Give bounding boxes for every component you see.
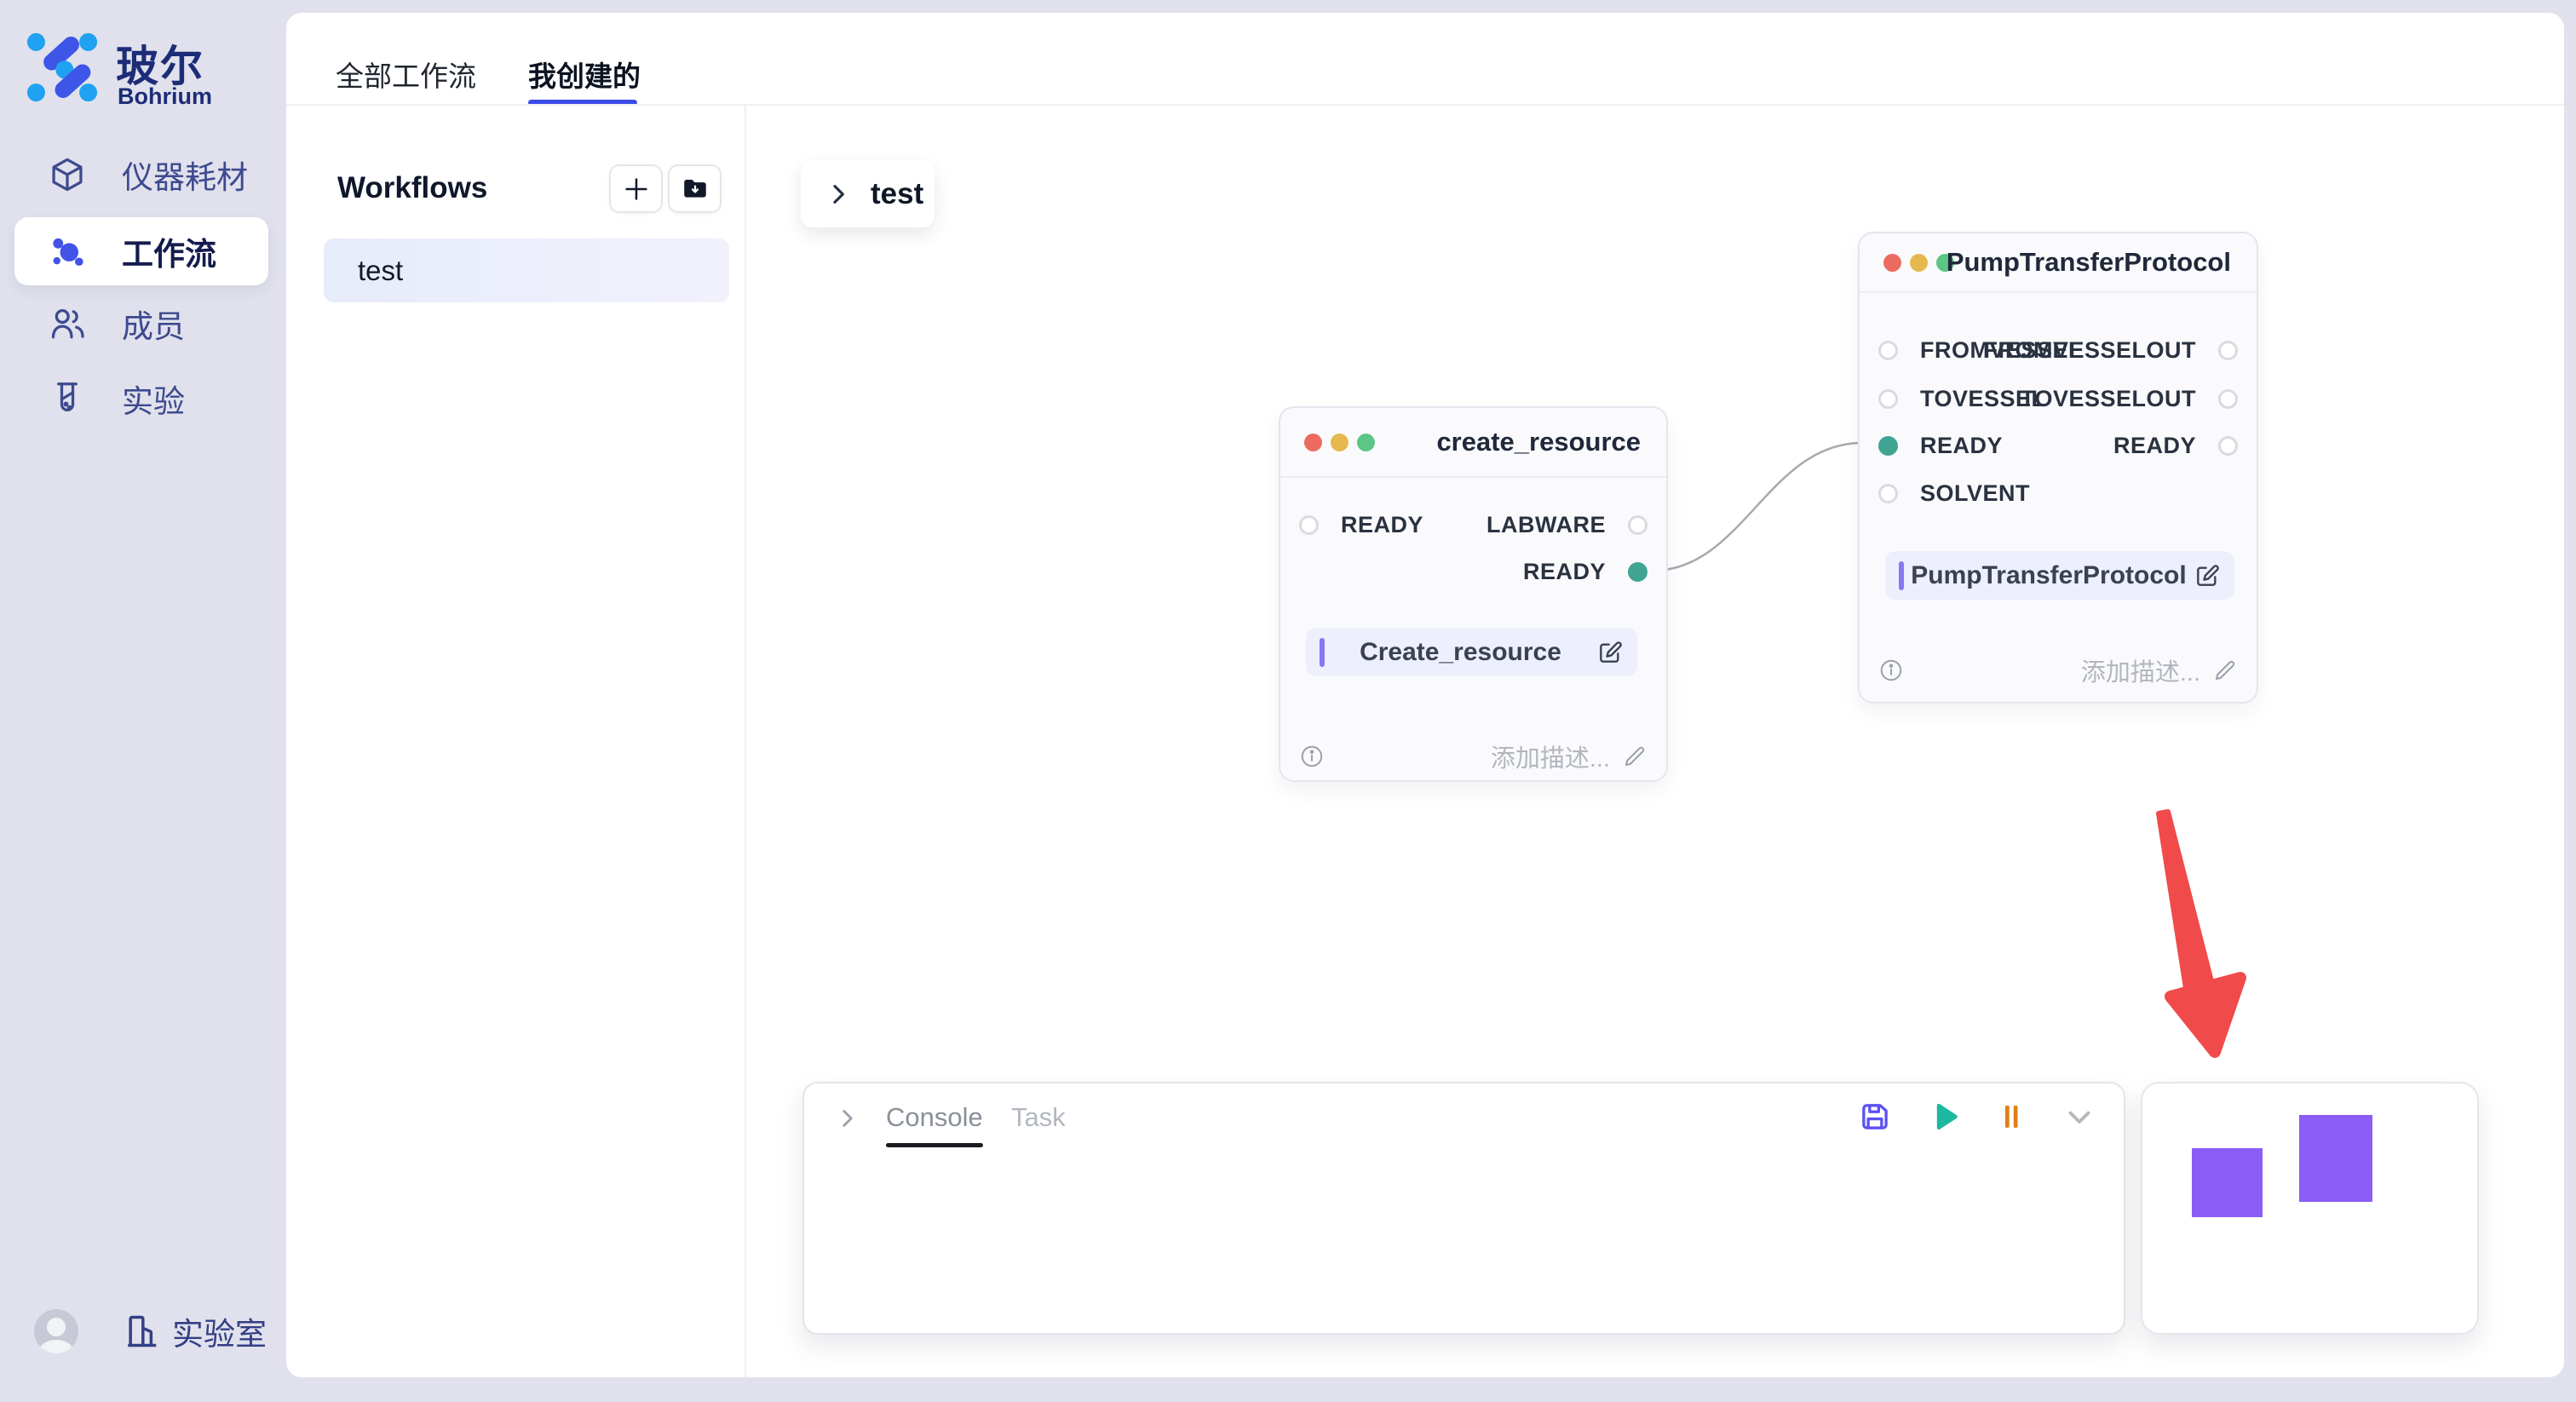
tab-created-by-me[interactable]: 我创建的 xyxy=(528,54,641,95)
port-handle[interactable] xyxy=(2218,389,2238,409)
input-port-ready[interactable]: READY xyxy=(1299,512,1423,538)
node-name-label: PumpTransferProtocol xyxy=(1904,561,2194,590)
sidebar-item-label: 成员 xyxy=(122,301,185,347)
minimap-node-pump-transfer xyxy=(2299,1115,2372,1202)
import-folder-button[interactable] xyxy=(668,164,722,213)
sidebar-footer: 实验室 xyxy=(34,1307,273,1356)
node-pump-transfer-protocol[interactable]: PumpTransferProtocol FROMVESSEL FROMVESS… xyxy=(1858,232,2258,704)
minimap[interactable] xyxy=(2141,1082,2479,1335)
pencil-icon[interactable] xyxy=(1622,744,1647,769)
plus-icon xyxy=(622,175,651,204)
tab-all-workflows[interactable]: 全部工作流 xyxy=(336,54,476,95)
play-icon[interactable] xyxy=(1927,1099,1963,1135)
output-port-tovesselout[interactable]: TOVESSELOUT xyxy=(2021,386,2238,412)
edit-icon[interactable] xyxy=(1596,639,1624,666)
traffic-dot-red xyxy=(1883,254,1901,272)
chevron-right-icon xyxy=(825,181,852,208)
user-avatar[interactable] xyxy=(34,1309,78,1353)
lab-switcher-label[interactable]: 实验室 xyxy=(172,1308,267,1354)
sidebar-item-workflows[interactable]: 工作流 xyxy=(14,217,268,285)
edge-create-resource-to-pump xyxy=(1653,443,1862,571)
add-workflow-button[interactable] xyxy=(609,164,663,213)
traffic-dot-yellow xyxy=(1910,254,1928,272)
cube-icon xyxy=(47,154,88,195)
workflows-panel-title: Workflows xyxy=(337,171,487,205)
sidebar-item-instruments[interactable]: 仪器耗材 xyxy=(14,141,268,209)
edit-icon[interactable] xyxy=(2194,562,2221,589)
brand: 玻尔 Bohrium xyxy=(26,31,264,107)
output-port-fromvesselout[interactable]: FROMVESSELOUT xyxy=(1983,337,2238,364)
chevron-down-icon[interactable] xyxy=(2061,1099,2097,1135)
sidebar-item-label: 工作流 xyxy=(122,228,216,274)
node-header: PumpTransferProtocol xyxy=(1860,233,2257,291)
sidebar: 玻尔 Bohrium 仪器耗材 工作流 xyxy=(0,0,283,1402)
port-handle[interactable] xyxy=(2218,436,2238,456)
port-handle[interactable] xyxy=(1628,515,1647,535)
breadcrumb[interactable]: test xyxy=(801,160,934,227)
node-header: create_resource xyxy=(1280,408,1666,476)
node-title: PumpTransferProtocol xyxy=(1946,247,2231,278)
node-create-resource[interactable]: create_resource READY LABWARE READY xyxy=(1279,406,1668,782)
port-handle-connected[interactable] xyxy=(1878,436,1898,456)
minimap-node-create-resource xyxy=(2192,1148,2263,1217)
workflow-people-icon xyxy=(47,231,88,272)
console-tab-underline xyxy=(886,1143,983,1147)
node-title: create_resource xyxy=(1436,427,1641,457)
console-panel: Console Task xyxy=(802,1082,2125,1335)
description-placeholder[interactable]: 添加描述... xyxy=(1491,738,1610,774)
description-placeholder[interactable]: 添加描述... xyxy=(2081,652,2200,688)
annotation-arrow xyxy=(2159,812,2240,1052)
port-handle-connected[interactable] xyxy=(1628,562,1647,582)
node-name-label: Create_resource xyxy=(1325,638,1596,667)
traffic-dot-red xyxy=(1304,434,1322,451)
collapse-chevron-right-icon[interactable] xyxy=(833,1104,862,1133)
node-footer: 添加描述... xyxy=(1299,738,1647,774)
port-handle[interactable] xyxy=(1878,389,1898,409)
test-tube-icon xyxy=(47,378,88,419)
node-header-divider xyxy=(1280,476,1666,478)
sidebar-item-label: 仪器耗材 xyxy=(122,152,248,198)
save-icon[interactable] xyxy=(1857,1099,1893,1135)
tab-console[interactable]: Console xyxy=(886,1102,983,1133)
traffic-dot-yellow xyxy=(1331,434,1348,451)
folder-download-icon xyxy=(681,175,710,204)
workflow-list-item-test[interactable]: test xyxy=(324,238,729,302)
traffic-dot-green xyxy=(1357,434,1375,451)
bohrium-logo-icon xyxy=(26,31,99,104)
app-root: 玻尔 Bohrium 仪器耗材 工作流 xyxy=(0,0,2576,1402)
node-header-divider xyxy=(1860,291,2257,293)
output-port-ready[interactable]: READY xyxy=(1523,559,1647,585)
node-footer: 添加描述... xyxy=(1878,652,2238,688)
breadcrumb-label: test xyxy=(871,177,923,211)
node-name-box[interactable]: PumpTransferProtocol xyxy=(1885,551,2234,600)
sidebar-item-label: 实验 xyxy=(122,376,185,422)
info-icon[interactable] xyxy=(1878,658,1904,683)
sidebar-item-experiments[interactable]: 实验 xyxy=(14,365,268,433)
members-icon xyxy=(47,303,88,344)
node-name-box[interactable]: Create_resource xyxy=(1306,628,1637,676)
port-handle[interactable] xyxy=(1878,341,1898,360)
port-handle[interactable] xyxy=(1299,515,1319,535)
building-icon xyxy=(123,1313,160,1350)
pause-icon[interactable] xyxy=(1993,1099,2029,1135)
tab-task[interactable]: Task xyxy=(1011,1102,1066,1133)
info-icon[interactable] xyxy=(1299,744,1325,769)
port-handle[interactable] xyxy=(2218,341,2238,360)
input-port-ready[interactable]: READY xyxy=(1878,433,2003,459)
sidebar-item-members[interactable]: 成员 xyxy=(14,290,268,358)
input-port-solvent[interactable]: SOLVENT xyxy=(1878,480,2030,507)
pencil-icon[interactable] xyxy=(2212,658,2238,683)
output-port-labware[interactable]: LABWARE xyxy=(1486,512,1647,538)
workflow-item-label: test xyxy=(358,255,403,287)
brand-subtitle: Bohrium xyxy=(118,83,212,110)
output-port-ready[interactable]: READY xyxy=(2113,433,2238,459)
port-handle[interactable] xyxy=(1878,484,1898,503)
main-content-card: 全部工作流 我创建的 Workflows test xyxy=(286,13,2564,1377)
